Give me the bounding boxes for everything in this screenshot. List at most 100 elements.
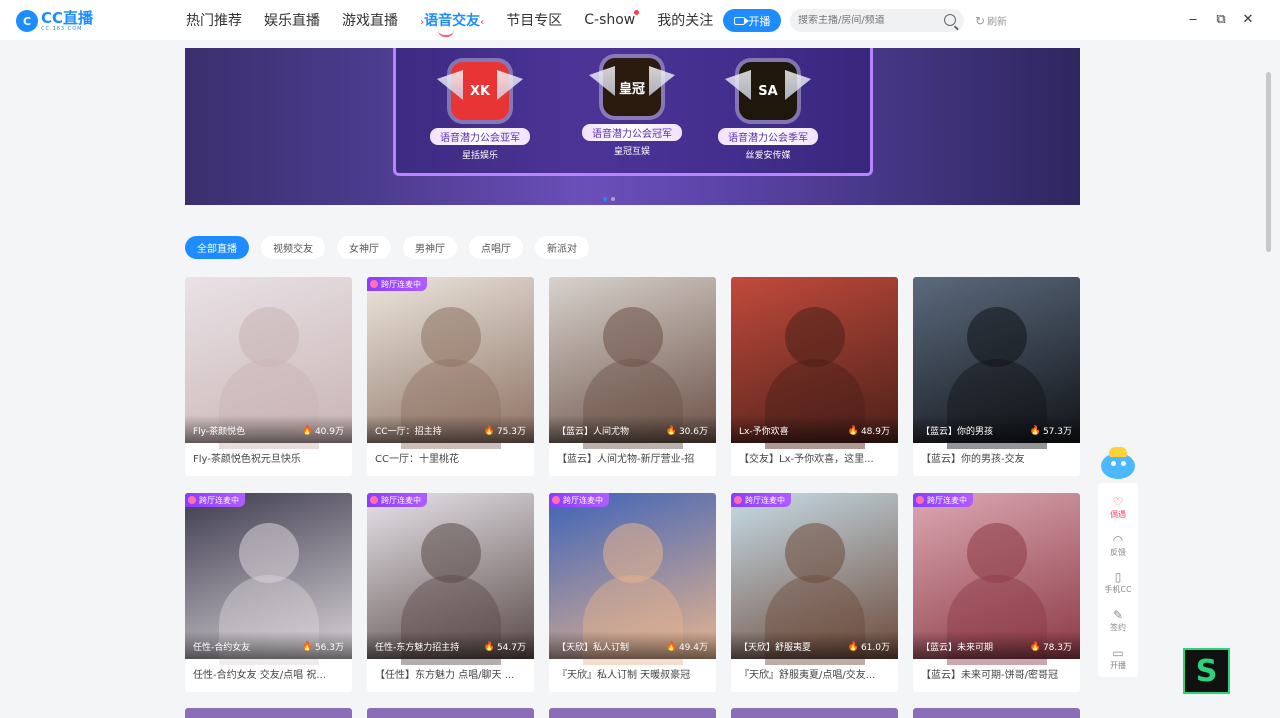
next-row-peek	[185, 708, 1080, 718]
live-room-card[interactable]: 【蓝云】人间尤物 🔥 30.6万 【蓝云】人间尤物-新厅营业-招	[549, 277, 716, 476]
room-thumbnail[interactable]: 【天欣】私人订制 🔥 49.4万 跨厅连麦中	[549, 493, 716, 665]
badge-name: 星括娱乐	[461, 151, 498, 161]
badge-name: 丝爱安传媒	[745, 151, 791, 161]
badge-title: 语音潜力公会冠军	[582, 124, 682, 141]
filter-all[interactable]: 全部直播	[185, 236, 249, 259]
popularity: 🔥 56.3万	[301, 641, 344, 654]
fire-icon: 🔥	[665, 425, 677, 436]
room-thumbnail[interactable]: Lx-予你欢喜 🔥 48.9万	[731, 277, 898, 449]
go-live-button[interactable]: 开播	[723, 9, 781, 32]
cross-hall-mic-badge: 跨厅连麦中	[913, 493, 973, 507]
anchor-name: Fly-茶颜悦色	[193, 427, 246, 437]
refresh-button[interactable]: ↻ 刷新	[975, 13, 1007, 29]
popularity: 🔥 75.3万	[483, 425, 526, 438]
fire-icon: 🔥	[847, 641, 859, 652]
live-room-card[interactable]: 【蓝云】你的男孩 🔥 57.3万 【蓝云】你的男孩-交友	[913, 277, 1080, 476]
edit-icon: ✎	[1112, 608, 1124, 623]
live-room-card[interactable]: CC一厅：招主持 🔥 75.3万 跨厅连麦中 CC一厅：十里桃花	[367, 277, 534, 476]
scrollbar[interactable]	[1266, 72, 1271, 252]
cross-hall-mic-badge: 跨厅连麦中	[185, 493, 245, 507]
badge-champion: 皇冠 语音潜力公会冠军 皇冠互娱	[577, 58, 687, 157]
headset-icon: ◠	[1112, 532, 1124, 547]
minimize-button[interactable]: ‒	[1186, 12, 1200, 27]
anchor-name: 【天欣】私人订制	[557, 643, 630, 653]
badge-name: 皇冠互娱	[613, 147, 650, 157]
live-room-card[interactable]: 【天欣】私人订制 🔥 49.4万 跨厅连麦中 『天欣』私人订制 天暖叔豪冠	[549, 493, 716, 692]
float-item-camera[interactable]: ▭ 开播	[1110, 639, 1126, 677]
anchor-name: 【蓝云】你的男孩	[921, 427, 994, 437]
float-item-edit[interactable]: ✎ 签约	[1110, 602, 1126, 640]
live-room-card[interactable]: 【天欣】舒服夷夏 🔥 61.0万 跨厅连麦中 『天欣』舒服夷夏/点唱/交友...	[731, 493, 898, 692]
room-thumbnail[interactable]: 任性-东方魅力招主持 🔥 54.7万 跨厅连麦中	[367, 493, 534, 665]
chevron-left-icon: ‹	[480, 17, 485, 28]
fire-icon: 🔥	[1029, 641, 1041, 652]
phone-icon: ▯	[1114, 570, 1122, 585]
float-item-headset[interactable]: ◠ 反馈	[1110, 527, 1126, 565]
live-room-card[interactable]: 任性-合约女友 🔥 56.3万 跨厅连麦中 任性-合约女友 交友/点唱 祝...	[185, 493, 352, 692]
filter-male-hall[interactable]: 男神厅	[403, 236, 457, 259]
mascot-icon[interactable]	[1097, 447, 1139, 481]
main-nav: 热门推荐 娱乐直播 游戏直播 ›语音交友‹ 节目专区 C-show 我的关注	[186, 0, 735, 40]
top-bar: C CC直播 CC.163.COM 热门推荐 娱乐直播 游戏直播 ›语音交友‹ …	[0, 0, 1280, 40]
room-thumbnail[interactable]: 任性-合约女友 🔥 56.3万 跨厅连麦中	[185, 493, 352, 665]
fire-icon: 🔥	[847, 425, 859, 436]
logo-mark: C	[16, 10, 38, 32]
anchor-name: Lx-予你欢喜	[739, 427, 789, 437]
cross-hall-mic-badge: 跨厅连麦中	[731, 493, 791, 507]
fire-icon: 🔥	[483, 425, 495, 436]
filter-video-friends[interactable]: 视频交友	[261, 236, 325, 259]
popularity: 🔥 48.9万	[847, 425, 890, 438]
nav-item-following[interactable]: 我的关注	[657, 10, 713, 30]
nav-item-entertainment[interactable]: 娱乐直播	[264, 10, 320, 30]
float-item-phone[interactable]: ▯ 手机CC	[1104, 564, 1131, 602]
search-icon[interactable]	[944, 14, 956, 26]
fire-icon: 🔥	[1029, 425, 1041, 436]
nav-item-hot[interactable]: 热门推荐	[186, 10, 242, 30]
room-thumbnail[interactable]: 【蓝云】你的男孩 🔥 57.3万	[913, 277, 1080, 449]
room-thumbnail[interactable]: Fly-茶颜悦色 🔥 40.9万	[185, 277, 352, 449]
search-input[interactable]	[798, 15, 938, 26]
room-thumbnail[interactable]: 【天欣】舒服夷夏 🔥 61.0万 跨厅连麦中	[731, 493, 898, 665]
anchor-name: 任性-合约女友	[193, 643, 251, 653]
carousel-dots[interactable]	[603, 197, 615, 201]
notification-dot	[634, 10, 640, 15]
room-thumbnail[interactable]: 【蓝云】人间尤物 🔥 30.6万	[549, 277, 716, 449]
search-box	[790, 9, 964, 32]
nav-item-games[interactable]: 游戏直播	[342, 10, 398, 30]
fire-icon: 🔥	[665, 641, 677, 652]
cross-hall-mic-badge: 跨厅连麦中	[549, 493, 609, 507]
popularity: 🔥 57.3万	[1029, 425, 1072, 438]
nav-item-voice[interactable]: ›语音交友‹	[420, 10, 485, 37]
live-room-card[interactable]: Lx-予你欢喜 🔥 48.9万 【交友】Lx-予你欢喜，这里...	[731, 277, 898, 476]
popularity: 🔥 49.4万	[665, 641, 708, 654]
filter-song-hall[interactable]: 点唱厅	[469, 236, 523, 259]
badge-runner-up: XK 语音潜力公会亚军 星括娱乐	[425, 62, 535, 161]
nav-item-cshow[interactable]: C-show	[584, 10, 640, 28]
carousel-dot[interactable]	[603, 197, 607, 201]
heart-icon: ♡	[1112, 495, 1124, 510]
live-room-card[interactable]: 【蓝云】未来可期 🔥 78.3万 跨厅连麦中 【蓝云】未来可期-饼哥/密哥冠	[913, 493, 1080, 692]
live-room-grid: Fly-茶颜悦色 🔥 40.9万 Fly-茶颜悦色祝元旦快乐 CC一厅：招主持 🔥…	[185, 277, 1080, 692]
cc-logo[interactable]: C CC直播 CC.163.COM	[16, 10, 93, 32]
link-icon	[188, 496, 196, 504]
camera-icon: ▭	[1112, 645, 1124, 660]
live-room-card[interactable]: 任性-东方魅力招主持 🔥 54.7万 跨厅连麦中 【任性】东方魅力 点唱/聊天 .…	[367, 493, 534, 692]
filter-goddess-hall[interactable]: 女神厅	[337, 236, 391, 259]
guild-award-banner[interactable]: XK 语音潜力公会亚军 星括娱乐 皇冠 语音潜力公会冠军 皇冠互娱 SA 语音潜…	[185, 48, 1080, 205]
corner-s-logo: S	[1183, 648, 1230, 694]
link-icon	[552, 496, 560, 504]
badge-title: 语音潜力公会季军	[718, 128, 818, 145]
room-thumbnail[interactable]: CC一厅：招主持 🔥 75.3万 跨厅连麦中	[367, 277, 534, 449]
link-icon	[370, 496, 378, 504]
nav-item-programs[interactable]: 节目专区	[506, 10, 562, 30]
close-button[interactable]: ✕	[1241, 12, 1255, 27]
restore-button[interactable]: ⧉	[1214, 12, 1228, 27]
float-item-heart[interactable]: ♡ 偶遇	[1110, 489, 1126, 527]
anchor-name: 【天欣】舒服夷夏	[739, 643, 812, 653]
badge-third: SA 语音潜力公会季军 丝爱安传媒	[713, 62, 823, 161]
fire-icon: 🔥	[483, 641, 495, 652]
live-room-card[interactable]: Fly-茶颜悦色 🔥 40.9万 Fly-茶颜悦色祝元旦快乐	[185, 277, 352, 476]
carousel-dot[interactable]	[611, 197, 615, 201]
room-thumbnail[interactable]: 【蓝云】未来可期 🔥 78.3万 跨厅连麦中	[913, 493, 1080, 665]
filter-new-party[interactable]: 新派对	[535, 236, 589, 259]
